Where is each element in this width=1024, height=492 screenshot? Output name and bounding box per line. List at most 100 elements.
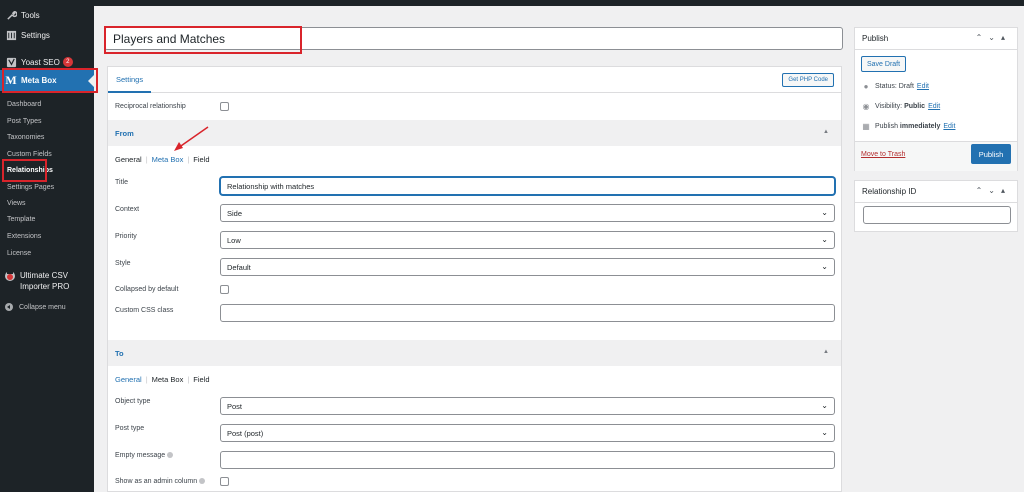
chevron-down-icon: ⌄: [821, 208, 828, 217]
collapse-caret-icon[interactable]: ▲: [823, 349, 829, 355]
box-controls: ⌃⌄▴: [976, 186, 1011, 195]
subtab-field[interactable]: Field: [193, 155, 209, 164]
publish-label: Publish: [875, 122, 898, 130]
save-draft-button[interactable]: Save Draft: [861, 56, 907, 72]
priority-select[interactable]: Low ⌄: [220, 231, 835, 249]
post-type-label: Post type: [115, 425, 145, 432]
relationship-id-header: Relationship ID ⌃⌄▴: [855, 181, 1017, 203]
publish-box: Publish ⌃⌄▴ Save Draft ● Status: Draft E…: [854, 27, 1018, 171]
object-type-select[interactable]: Post ⌄: [220, 397, 835, 415]
help-icon[interactable]: [167, 452, 174, 459]
publish-box-header: Publish ⌃⌄▴: [855, 28, 1017, 50]
submenu-label: Custom Fields: [7, 150, 52, 158]
relationship-id-input[interactable]: [863, 206, 1011, 224]
submenu-label: Extensions: [7, 232, 42, 240]
menu-item-tools[interactable]: Tools: [0, 5, 94, 25]
relationship-settings-panel: Settings Get PHP Code Reciprocal relatio…: [107, 66, 842, 492]
visibility-value: Public: [904, 102, 926, 110]
collapse-caret-icon[interactable]: ▲: [823, 129, 829, 135]
yoast-icon: [5, 56, 17, 68]
menu-item-yoast[interactable]: Yoast SEO 2: [0, 52, 94, 72]
style-select[interactable]: Default ⌄: [220, 258, 835, 276]
tab-settings[interactable]: Settings: [108, 67, 152, 93]
admin-sidebar: Tools Settings Yoast SEO 2 M Meta Box Da…: [0, 0, 94, 492]
chevron-down-icon: ⌄: [821, 428, 828, 437]
toggle-panel-icon[interactable]: ▴: [1001, 186, 1011, 195]
context-label: Context: [115, 206, 140, 213]
title-field[interactable]: Relationship with matches: [220, 177, 835, 195]
css-class-input[interactable]: [220, 304, 835, 322]
eye-icon: ◉: [862, 101, 870, 111]
to-subtabs: General | Meta Box | Field: [115, 375, 210, 384]
submenu-item-dashboard[interactable]: Dashboard: [0, 96, 94, 112]
submenu-item-views[interactable]: Views: [0, 195, 94, 211]
select-value: Post: [227, 401, 243, 411]
button-label: Get PHP Code: [788, 77, 828, 83]
post-title-input[interactable]: Players and Matches: [104, 27, 843, 50]
edit-schedule-link[interactable]: Edit: [943, 123, 955, 130]
submenu-item-taxonomies[interactable]: Taxonomies: [0, 129, 94, 145]
submenu-item-relationships[interactable]: Relationships: [0, 162, 94, 178]
from-section-header[interactable]: From ▲: [108, 120, 841, 146]
context-select[interactable]: Side ⌄: [220, 204, 835, 222]
subtab-field[interactable]: Field: [193, 375, 209, 384]
select-value: Low: [227, 235, 241, 245]
edit-visibility-link[interactable]: Edit: [928, 103, 940, 110]
subtab-meta-box[interactable]: Meta Box: [152, 155, 184, 164]
toggle-panel-icon[interactable]: ▴: [1001, 33, 1011, 42]
move-down-icon[interactable]: ⌄: [988, 33, 1001, 42]
chevron-down-icon: ⌄: [821, 235, 828, 244]
plugin-name-line1: Ultimate CSV: [20, 271, 69, 280]
move-down-icon[interactable]: ⌄: [988, 186, 1001, 195]
schedule-row: ▦ Publish immediately Edit: [862, 122, 955, 131]
collapsed-checkbox[interactable]: [220, 285, 229, 294]
submenu-item-post-types[interactable]: Post Types: [0, 113, 94, 129]
label-text: Show as an admin column: [115, 478, 198, 485]
subtab-general[interactable]: General: [115, 155, 142, 164]
from-subtabs: General | Meta Box | Field: [115, 155, 210, 164]
reciprocal-checkbox[interactable]: [220, 102, 229, 111]
chevron-down-icon: ⌄: [821, 401, 828, 410]
submenu-label: Views: [7, 199, 26, 207]
submenu-item-custom-fields[interactable]: Custom Fields: [0, 146, 94, 162]
menu-label: Ultimate CSV Importer PRO: [20, 270, 69, 292]
publish-actions: Move to Trash Publish: [855, 141, 1017, 171]
menu-item-csv-importer[interactable]: Ultimate CSV Importer PRO: [0, 266, 94, 294]
subtab-general[interactable]: General: [115, 375, 142, 384]
button-label: Publish: [978, 149, 1004, 159]
post-type-select[interactable]: Post (post) ⌄: [220, 424, 835, 442]
move-up-icon[interactable]: ⌃: [976, 33, 989, 42]
box-controls: ⌃⌄▴: [976, 33, 1011, 42]
menu-item-meta-box[interactable]: M Meta Box: [0, 70, 94, 91]
pin-icon: ●: [863, 81, 869, 91]
menu-label: Settings: [21, 30, 50, 40]
chevron-down-icon: ⌄: [821, 262, 828, 271]
publish-button[interactable]: Publish: [971, 144, 1011, 164]
publish-value: immediately: [899, 122, 941, 130]
get-php-code-button[interactable]: Get PHP Code: [782, 73, 834, 87]
submenu-label: Relationships: [7, 166, 53, 174]
status-value: Draft: [898, 82, 914, 90]
relationship-id-box: Relationship ID ⌃⌄▴: [854, 180, 1018, 232]
collapse-menu-button[interactable]: Collapse menu: [0, 299, 94, 315]
settings-tab-bar: Settings Get PHP Code: [108, 67, 841, 93]
empty-message-input[interactable]: [220, 451, 835, 469]
to-section-header[interactable]: To ▲: [108, 340, 841, 366]
menu-item-settings[interactable]: Settings: [0, 25, 94, 45]
help-icon[interactable]: [199, 478, 206, 485]
css-class-label: Custom CSS class: [115, 307, 174, 314]
title-label: Title: [115, 179, 128, 186]
select-value: Side: [227, 208, 243, 218]
subtab-meta-box[interactable]: Meta Box: [152, 375, 184, 384]
move-up-icon[interactable]: ⌃: [976, 186, 989, 195]
submenu-item-template[interactable]: Template: [0, 211, 94, 227]
style-label: Style: [115, 260, 131, 267]
submenu-item-settings-pages[interactable]: Settings Pages: [0, 179, 94, 195]
notification-badge: 2: [62, 57, 73, 67]
admin-column-checkbox[interactable]: [220, 477, 229, 486]
object-type-label: Object type: [115, 398, 151, 405]
edit-status-link[interactable]: Edit: [917, 83, 929, 90]
submenu-item-extensions[interactable]: Extensions: [0, 228, 94, 244]
move-to-trash-link[interactable]: Move to Trash: [861, 151, 905, 158]
submenu-item-license[interactable]: License: [0, 245, 94, 261]
